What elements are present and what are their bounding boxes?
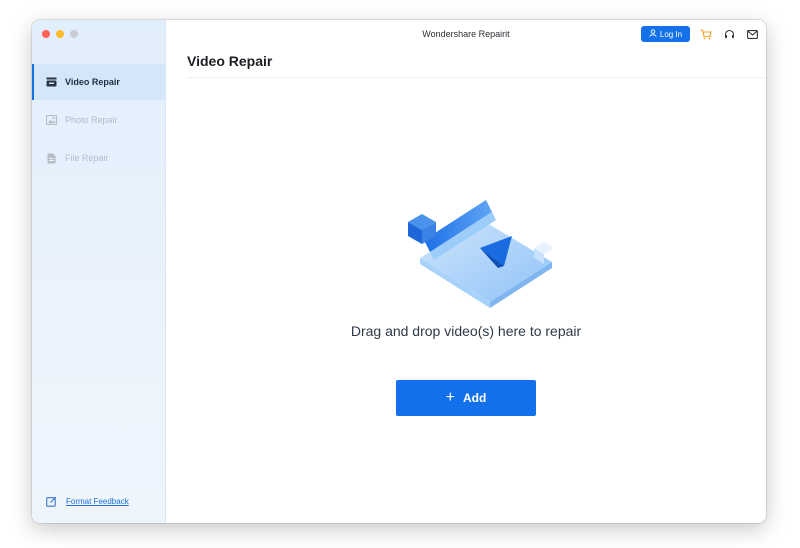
title-bar: Wondershare Repairit Log In	[166, 20, 766, 48]
video-repair-illustration[interactable]	[372, 170, 554, 310]
user-icon	[649, 29, 657, 39]
drop-zone-text: Drag and drop video(s) here to repair	[350, 323, 582, 339]
login-button[interactable]: Log In	[641, 26, 690, 42]
format-feedback: Format Feedback	[45, 495, 129, 507]
add-video-button[interactable]: + Add	[396, 380, 536, 416]
support-headset-icon[interactable]	[723, 28, 735, 40]
sidebar-item-file-repair[interactable]: File Repair	[32, 140, 166, 176]
sidebar-item-label: Video Repair	[65, 77, 120, 87]
edit-feedback-icon	[45, 495, 57, 507]
mail-icon[interactable]	[746, 28, 758, 40]
video-repair-icon	[45, 76, 57, 88]
file-repair-icon	[45, 152, 57, 164]
sidebar: Video Repair Photo Repair File Repair Fo…	[32, 20, 166, 523]
app-window: Video Repair Photo Repair File Repair Fo…	[32, 20, 766, 523]
login-label: Log In	[659, 29, 683, 39]
minimize-window-button[interactable]	[56, 30, 64, 38]
photo-repair-icon	[45, 114, 57, 126]
sidebar-item-photo-repair[interactable]: Photo Repair	[32, 102, 166, 138]
close-window-button[interactable]	[42, 30, 50, 38]
maximize-window-button[interactable]	[70, 30, 78, 38]
plus-icon: +	[445, 389, 455, 406]
window-controls	[42, 30, 78, 38]
sidebar-item-label: Photo Repair	[65, 115, 118, 125]
sidebar-item-label: File Repair	[65, 153, 109, 163]
cart-icon[interactable]	[700, 28, 712, 40]
format-feedback-link[interactable]: Format Feedback	[66, 497, 129, 506]
header-divider	[187, 77, 766, 78]
add-label: Add	[463, 391, 487, 405]
sidebar-item-video-repair[interactable]: Video Repair	[32, 64, 166, 100]
page-title: Video Repair	[187, 53, 273, 69]
